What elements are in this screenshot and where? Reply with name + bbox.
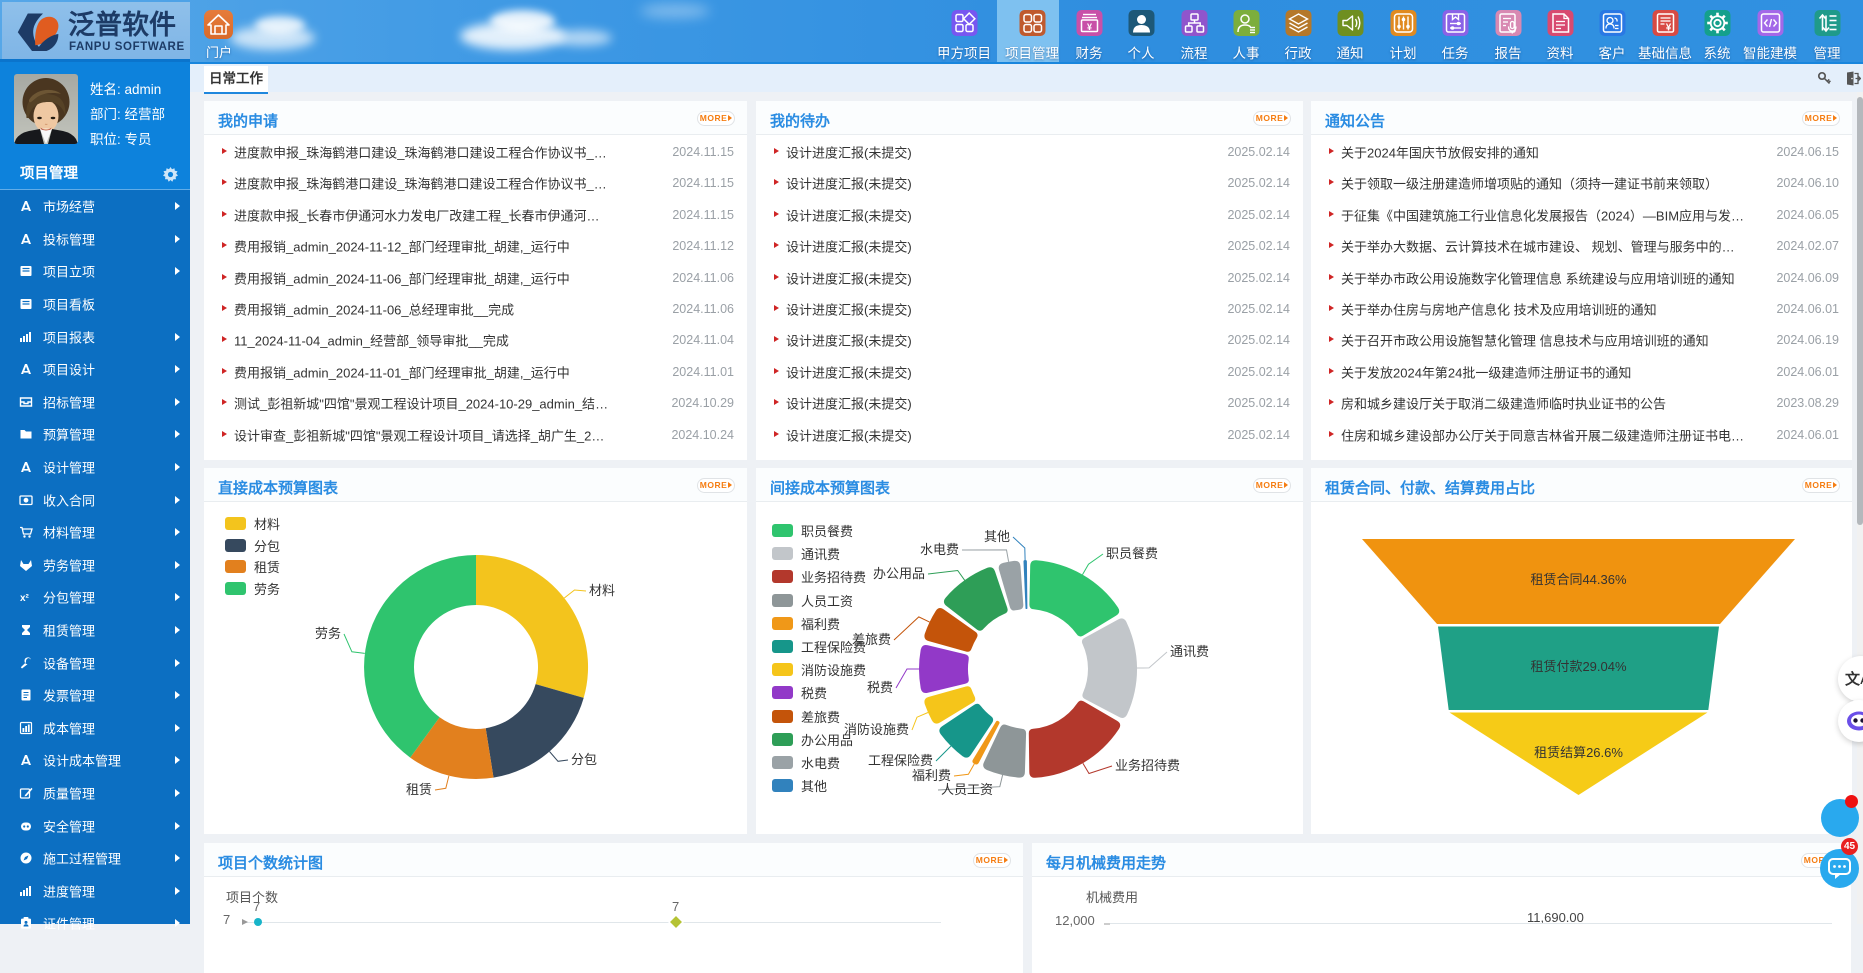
svg-text:租赁: 租赁 <box>406 782 432 797</box>
svg-text:工程保险费: 工程保险费 <box>868 753 933 768</box>
svg-text:FANPU SOFTWARE: FANPU SOFTWARE <box>69 41 185 53</box>
svg-text:泛普软件: 泛普软件 <box>68 9 176 40</box>
svg-text:水电费: 水电费 <box>920 542 959 557</box>
svg-text:职员餐费: 职员餐费 <box>1106 546 1158 561</box>
svg-text:业务招待费: 业务招待费 <box>1115 758 1180 773</box>
svg-text:租赁付款29.04%: 租赁付款29.04% <box>1530 659 1627 674</box>
svg-text:¥: ¥ <box>1086 22 1091 32</box>
svg-text:税费: 税费 <box>867 680 893 695</box>
svg-text:消防设施费: 消防设施费 <box>844 722 909 737</box>
svg-text:¥: ¥ <box>1665 23 1671 34</box>
svg-text:劳务: 劳务 <box>315 626 341 641</box>
svg-text:差旅费: 差旅费 <box>852 632 891 647</box>
svg-text:租赁合同44.36%: 租赁合同44.36% <box>1530 572 1627 587</box>
svg-text:材料: 材料 <box>589 583 615 598</box>
svg-text:人员工资: 人员工资 <box>941 782 993 797</box>
svg-text:通讯费: 通讯费 <box>1170 644 1209 659</box>
svg-text:福利费: 福利费 <box>912 768 951 783</box>
svg-text:租赁结算26.6%: 租赁结算26.6% <box>1534 745 1623 760</box>
svg-text:其他: 其他 <box>984 529 1010 544</box>
svg-text:分包: 分包 <box>571 752 597 767</box>
svg-text:办公用品: 办公用品 <box>873 566 925 581</box>
svg-text:x²: x² <box>20 593 30 604</box>
